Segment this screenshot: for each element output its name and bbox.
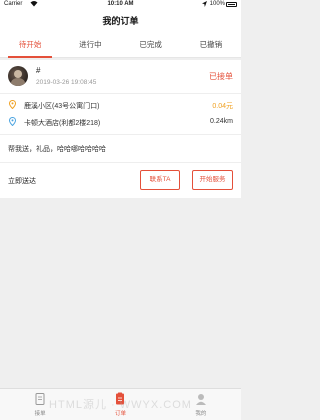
- location-arrow-icon: [202, 1, 207, 7]
- order-distance: 0.24km: [210, 118, 233, 125]
- order-time: 2019-03-26 19:08:45: [36, 79, 97, 86]
- tab-pending[interactable]: 待开始: [0, 33, 60, 58]
- status-bar: Carrier 10:10 AM 100%: [0, 0, 241, 10]
- dropoff-location-pin-icon: [9, 117, 16, 126]
- pickup-address: 鹿溪小区(43号公寓门口): [24, 103, 100, 110]
- bottom-tab-label: 接单: [34, 411, 46, 417]
- bottom-tab-mine[interactable]: 我的: [161, 389, 241, 420]
- start-service-button[interactable]: 开始服务: [192, 170, 233, 190]
- battery-icon: [226, 2, 237, 7]
- bottom-tab-label: 我的: [195, 411, 207, 417]
- bottom-tab-label: 订单: [114, 411, 126, 417]
- divider: [0, 162, 241, 163]
- order-tabs: 待开始 进行中 已完成 已撤销: [0, 33, 241, 58]
- nav-bar: 我的订单: [0, 10, 241, 33]
- order-icon: [116, 392, 125, 405]
- pickup-location-pin-icon: [9, 100, 16, 109]
- avatar: [8, 66, 28, 86]
- user-icon: [195, 394, 206, 405]
- divider: [0, 134, 241, 135]
- tab-cancelled[interactable]: 已撤销: [181, 33, 241, 57]
- tab-in-progress[interactable]: 进行中: [60, 33, 120, 57]
- battery-percent: 100%: [209, 1, 225, 7]
- bottom-tab-take-order[interactable]: 接单: [0, 389, 80, 420]
- dropoff-address: 卡顿大酒店(利都2楼218): [24, 120, 101, 127]
- order-card[interactable]: # 2019-03-26 19:08:45 已接单 鹿溪小区(43号公寓门口) …: [0, 60, 241, 198]
- bottom-tab-orders[interactable]: 订单: [80, 389, 160, 420]
- page-title: 我的订单: [102, 16, 139, 26]
- contact-button[interactable]: 联系TA: [140, 170, 180, 190]
- order-user-name: #: [36, 66, 41, 75]
- document-icon: [35, 393, 45, 405]
- bottom-tab-bar: 接单 订单 我的: [0, 388, 241, 420]
- delivery-type: 立即送达: [8, 178, 36, 185]
- tab-completed[interactable]: 已完成: [121, 33, 181, 57]
- divider: [0, 93, 241, 94]
- order-status: 已接单: [209, 72, 233, 81]
- order-note: 帮我送，礼品，哈哈哪哈哈哈哈: [8, 146, 106, 153]
- order-price: 0.04元: [212, 103, 233, 110]
